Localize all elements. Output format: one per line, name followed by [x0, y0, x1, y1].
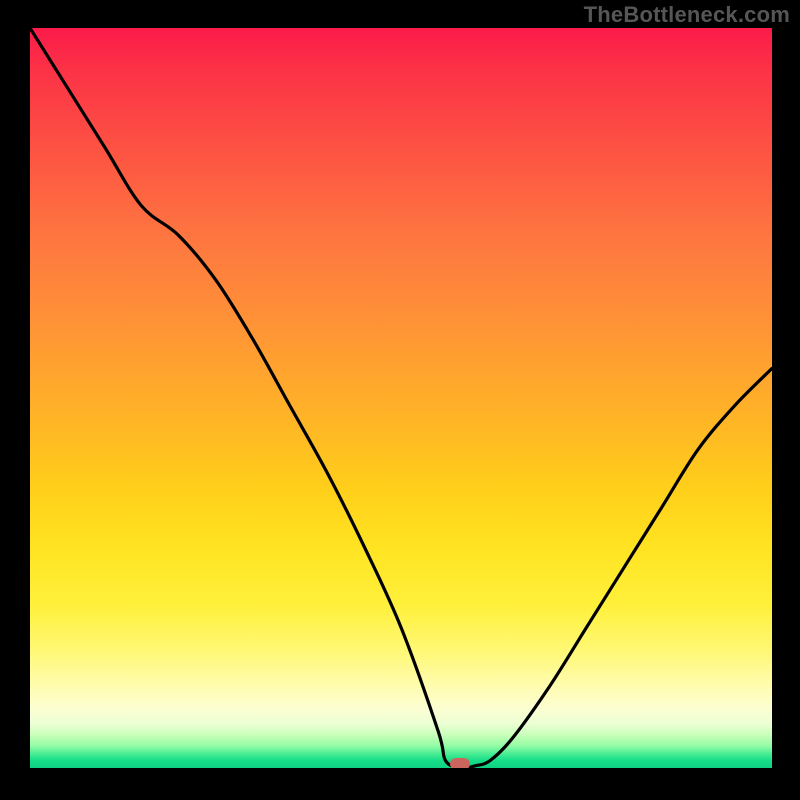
minimum-marker: [450, 758, 470, 768]
chart-frame: TheBottleneck.com: [0, 0, 800, 800]
plot-area: [30, 28, 772, 768]
curve-path: [30, 28, 772, 768]
bottleneck-curve: [30, 28, 772, 768]
watermark-label: TheBottleneck.com: [584, 2, 790, 28]
